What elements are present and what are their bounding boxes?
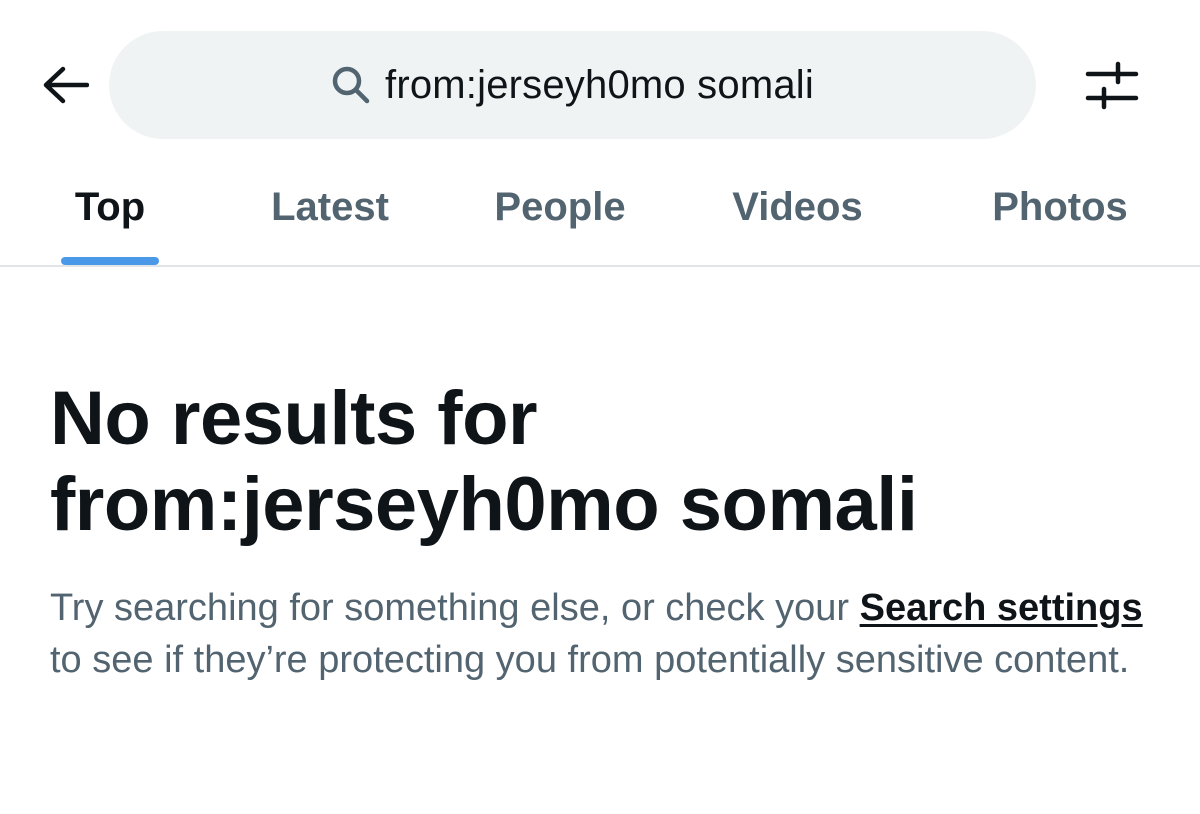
search-settings-link[interactable]: Search settings [860,587,1143,629]
tab-people[interactable]: People [465,168,655,266]
empty-state-message-end: to see if they’re protecting you from po… [50,639,1130,681]
tab-videos[interactable]: Videos [700,168,895,266]
sliders-icon [1084,60,1140,117]
active-tab-indicator [61,257,159,265]
tab-label: People [494,185,626,229]
tab-label: Top [74,185,146,229]
search-query-container: from:jerseyh0mo somali [331,63,814,108]
empty-state-message: Try searching for something else, or che… [50,582,1160,686]
search-filter-button[interactable] [1074,55,1150,121]
tab-latest[interactable]: Latest [240,168,420,266]
tab-photos[interactable]: Photos [960,168,1160,266]
tabs-divider [0,265,1200,267]
search-tabs: Top Latest People Videos Photos [0,168,1200,266]
empty-state-title-line2: from:jerseyh0mo somali [50,462,918,547]
search-results-page: from:jerseyh0mo somali Top Latest People… [0,0,1200,814]
back-button[interactable] [30,52,100,122]
tab-label: Photos [992,185,1128,229]
tab-label: Videos [732,185,863,229]
arrow-left-icon [41,65,90,110]
search-icon [331,64,373,106]
tab-label: Latest [271,185,389,229]
empty-state-title-line1: No results for [50,376,538,461]
empty-state-message-start: Try searching for something else, or che… [50,587,860,629]
empty-state-title: No results for from:jerseyh0mo somali [50,376,1160,548]
tab-top[interactable]: Top [40,168,180,266]
search-input[interactable]: from:jerseyh0mo somali [109,31,1036,139]
search-query-text: from:jerseyh0mo somali [385,62,814,107]
